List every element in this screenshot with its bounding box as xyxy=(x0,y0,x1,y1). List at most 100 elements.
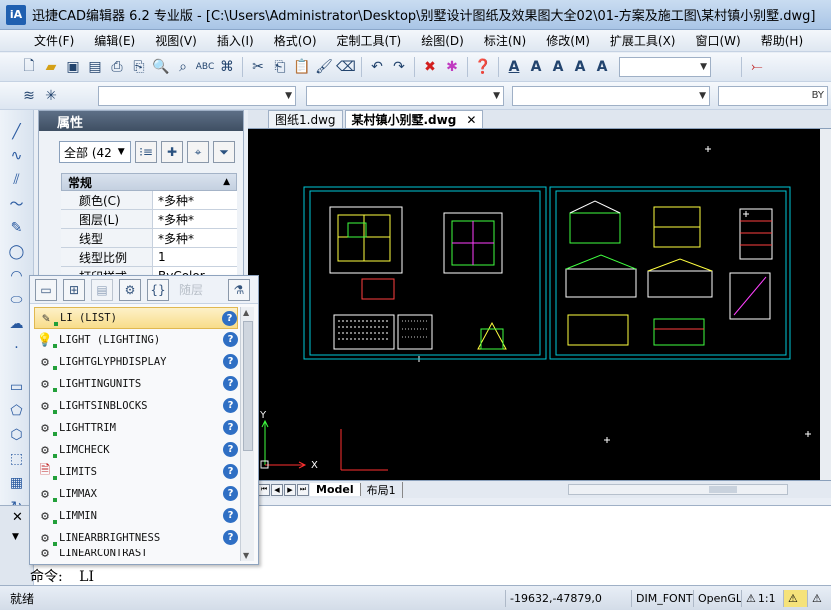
chevron-down-icon[interactable]: ▼ xyxy=(12,532,19,542)
scroll-thumb[interactable] xyxy=(243,321,253,451)
help-icon[interactable]: ? xyxy=(223,442,238,457)
menu-insert[interactable]: 插入(I) xyxy=(207,32,264,49)
drawing-canvas[interactable]: Y X xyxy=(248,129,831,480)
next-tab-icon[interactable]: ▶ xyxy=(284,483,296,496)
purge-icon[interactable]: ✱ xyxy=(442,57,462,77)
save-icon[interactable]: ▣ xyxy=(63,57,83,77)
point-tool-icon[interactable]: · xyxy=(6,337,28,359)
menu-dimension[interactable]: 标注(N) xyxy=(474,32,536,49)
braces-icon[interactable]: {} xyxy=(147,278,169,301)
canvas-vertical-scrollbar[interactable] xyxy=(820,129,831,480)
tab-drawing1[interactable]: 图纸1.dwg xyxy=(268,110,343,128)
quick-select-plus-icon[interactable]: ✚ xyxy=(161,141,183,163)
annotation-visibility-icon[interactable]: ⚠ xyxy=(783,590,807,607)
autocomplete-item[interactable]: ⚙ LIGHTSINBLOCKS ? xyxy=(34,395,238,417)
layer-icon[interactable]: ▤ xyxy=(91,278,113,301)
hatch-tool-icon[interactable]: ▦ xyxy=(6,472,28,494)
multiline-tool-icon[interactable]: ⫽ xyxy=(6,169,28,191)
scroll-thumb[interactable] xyxy=(709,486,737,493)
property-value[interactable]: *多种* xyxy=(153,191,237,209)
layer-combo[interactable]: ▼ xyxy=(98,85,296,106)
single-text-icon[interactable]: A xyxy=(526,57,546,77)
menu-custom-tools[interactable]: 定制工具(T) xyxy=(327,32,412,49)
multiline-text-icon[interactable]: A xyxy=(548,57,568,77)
menu-draw[interactable]: 绘图(D) xyxy=(411,32,474,49)
property-value[interactable]: *多种* xyxy=(153,210,237,228)
tab-layout1[interactable]: 布局1 xyxy=(361,481,403,498)
select-objects-icon[interactable]: ⌖ xyxy=(187,141,209,163)
autocomplete-item[interactable]: ⚙ LIGHTGLYPHDISPLAY ? xyxy=(34,351,238,373)
open-file-icon[interactable]: ▰ xyxy=(41,57,61,77)
print-icon[interactable]: ⎙ xyxy=(107,57,127,77)
match-properties-icon[interactable]: 🖌 xyxy=(314,57,334,77)
window-icon[interactable]: ▭ xyxy=(35,278,57,301)
menu-edit[interactable]: 编辑(E) xyxy=(84,32,145,49)
text-find-icon[interactable]: A xyxy=(592,57,612,77)
new-file-icon[interactable]: 🗋 xyxy=(19,57,39,77)
cut-icon[interactable]: ✂ xyxy=(248,57,268,77)
flask-icon[interactable]: ⚗ xyxy=(228,278,250,301)
scroll-down-icon[interactable]: ▼ xyxy=(243,551,249,560)
help-icon[interactable]: ? xyxy=(223,508,238,523)
help-icon[interactable]: ❓ xyxy=(473,57,493,77)
help-icon[interactable]: ? xyxy=(223,376,238,391)
property-row[interactable]: 图层(L) *多种* xyxy=(61,210,237,229)
tab-model[interactable]: Model xyxy=(310,483,361,496)
color-combo[interactable]: ▼ xyxy=(306,85,504,106)
close-icon[interactable]: ✕ xyxy=(12,510,23,525)
prev-tab-icon[interactable]: ◀ xyxy=(271,483,283,496)
collapse-icon[interactable]: ▲ xyxy=(223,177,230,187)
freehand-tool-icon[interactable]: ✎ xyxy=(6,217,28,239)
property-value[interactable]: *多种* xyxy=(153,229,237,247)
command-line[interactable]: 命令: LI xyxy=(30,566,94,586)
menu-view[interactable]: 视图(V) xyxy=(145,32,207,49)
help-icon[interactable]: ? xyxy=(223,486,238,501)
help-icon[interactable]: ? xyxy=(223,398,238,413)
menu-help[interactable]: 帮助(H) xyxy=(751,32,813,49)
save-all-icon[interactable]: ▤ xyxy=(85,57,105,77)
autocomplete-item[interactable]: ✎ LI (LIST) ? xyxy=(34,307,238,329)
eraser-icon[interactable]: ⌫ xyxy=(336,57,356,77)
property-row[interactable]: 颜色(C) *多种* xyxy=(61,191,237,210)
text-style-icon[interactable]: A xyxy=(504,57,524,77)
settings-icon[interactable]: ⚙ xyxy=(119,278,141,301)
autocomplete-item[interactable]: ⚙ LINEARCONTRAST xyxy=(34,549,238,557)
redo-icon[interactable]: ↷ xyxy=(389,57,409,77)
menu-window[interactable]: 窗口(W) xyxy=(686,32,751,49)
autocomplete-item[interactable]: ⚙ LIMCHECK ? xyxy=(34,439,238,461)
linetype-combo[interactable]: ▼ xyxy=(512,85,710,106)
help-icon[interactable]: ? xyxy=(222,311,237,326)
text-style-combo[interactable]: ▼ xyxy=(619,57,711,77)
help-icon[interactable]: ? xyxy=(223,464,238,479)
spline-tool-icon[interactable]: 〜 xyxy=(6,193,28,215)
dim-font-indicator[interactable]: DIM_FONT xyxy=(631,590,693,607)
undo-icon[interactable]: ↶ xyxy=(367,57,387,77)
quick-select-filter-icon[interactable]: ⏷ xyxy=(213,141,235,163)
dimension-icon[interactable]: ⤚ xyxy=(747,57,767,77)
block-tool-icon[interactable]: ⬚ xyxy=(6,448,28,470)
menu-format[interactable]: 格式(O) xyxy=(264,32,327,49)
toggle-pickadd-icon[interactable]: ⁝≡ xyxy=(135,141,157,163)
line-tool-icon[interactable]: ╱ xyxy=(6,121,28,143)
edit-text-icon[interactable]: A xyxy=(570,57,590,77)
polygon-tool-icon[interactable]: ⬠ xyxy=(6,400,28,422)
menu-file[interactable]: 文件(F) xyxy=(24,32,84,49)
menu-modify[interactable]: 修改(M) xyxy=(536,32,600,49)
autocomplete-item[interactable]: ⚙ LIMMAX ? xyxy=(34,483,238,505)
print-preview-icon[interactable]: ⎘ xyxy=(129,57,149,77)
object-filter-select[interactable]: 全部 (42 ▼ xyxy=(59,141,131,163)
autocomplete-scrollbar[interactable]: ▲ ▼ xyxy=(240,307,254,561)
scroll-up-icon[interactable]: ▲ xyxy=(243,308,249,317)
command-input[interactable]: LI xyxy=(79,569,94,585)
property-value[interactable]: 1 xyxy=(153,248,237,266)
autocomplete-item[interactable]: ⚙ LIGHTINGUNITS ? xyxy=(34,373,238,395)
layers-icon[interactable]: ≋ xyxy=(19,86,39,106)
polyline-tool-icon[interactable]: ∿ xyxy=(6,145,28,167)
region-tool-icon[interactable]: ⬡ xyxy=(6,424,28,446)
revision-cloud-icon[interactable]: ☁ xyxy=(6,313,28,335)
ellipse-tool-icon[interactable]: ⬭ xyxy=(6,289,28,311)
menu-extended-tools[interactable]: 扩展工具(X) xyxy=(600,32,686,49)
preview-icon[interactable]: 🔍 xyxy=(151,57,171,77)
help-icon[interactable]: ? xyxy=(223,354,238,369)
lineweight-combo[interactable]: BY xyxy=(718,85,828,106)
